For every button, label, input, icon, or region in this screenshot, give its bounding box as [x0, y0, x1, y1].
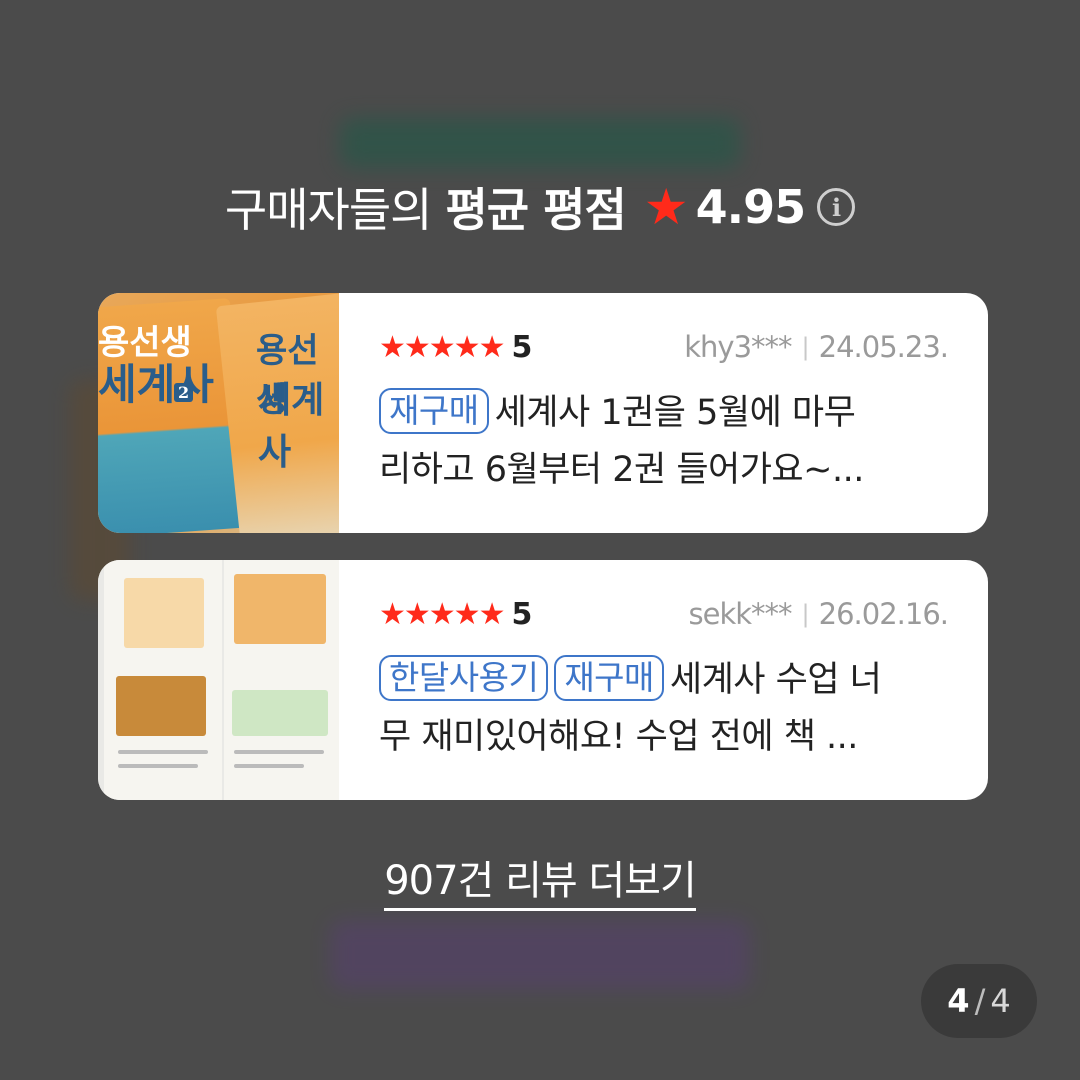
star-icon: ★ [643, 178, 689, 236]
illustration-box [124, 578, 204, 648]
info-icon[interactable]: i [817, 188, 856, 226]
text-line [118, 764, 198, 768]
meta-divider: | [801, 600, 810, 628]
review-text-line: 무 재미있어해요! 수업 전에 책 ... [379, 717, 858, 757]
average-score: 4.95 [695, 180, 806, 234]
meta-divider: | [801, 333, 810, 361]
page-separator: / [974, 982, 986, 1020]
header-prefix: 구매자들의 [224, 183, 433, 237]
review-text: 한달사용기 재구매 세계사 수업 너 무 재미있어해요! 수업 전에 책 ... [379, 652, 948, 766]
page-indicator: 4 / 4 [921, 964, 1037, 1038]
review-text-line: 세계사 1권을 5월에 마무 [494, 393, 856, 433]
review-tag: 재구매 [379, 388, 489, 434]
book-title-text: 세계사 [258, 379, 325, 473]
more-reviews-label[interactable]: 907건 리뷰 더보기 [384, 858, 697, 911]
reviewer-id: sekk*** [688, 597, 793, 631]
text-line [234, 764, 304, 768]
header-emphasis: 평균 평점 [445, 183, 626, 237]
reviewer-id: khy3*** [684, 330, 792, 364]
review-tag: 재구매 [554, 655, 664, 701]
review-rating: 5 [511, 329, 533, 365]
text-line [118, 750, 208, 754]
average-rating-header: 구매자들의 평균 평점 ★ 4.95 i [0, 172, 1080, 242]
text-line [234, 750, 324, 754]
rating-stars-icon: ★★★★★ [379, 329, 505, 365]
review-card[interactable]: 용선생 세계사 용선생 세계사 2 ★★★★★ 5 khy3*** | 24.0… [98, 293, 988, 533]
volume-badge: 2 [174, 383, 194, 402]
review-text-line: 세계사 수업 너 [669, 660, 882, 700]
review-date: 26.02.16. [818, 597, 949, 631]
book-title-text: 세계사 [98, 360, 214, 409]
text-box [232, 690, 328, 736]
review-text: 재구매 세계사 1권을 5월에 마무 리하고 6월부터 2권 들어가요~... [379, 385, 948, 499]
review-text-line: 리하고 6월부터 2권 들어가요~... [379, 450, 864, 490]
more-reviews-link[interactable]: 907건 리뷰 더보기 [0, 848, 1080, 911]
review-date: 24.05.23. [818, 330, 949, 364]
blurred-background-banner [340, 118, 740, 168]
rating-stars-icon: ★★★★★ [379, 596, 505, 632]
blurred-background-caption [330, 920, 750, 990]
review-photo: 용선생 세계사 용선생 세계사 2 [98, 293, 339, 533]
illustration-box [116, 676, 206, 736]
review-tag: 한달사용기 [379, 655, 549, 701]
review-photo [98, 560, 339, 800]
total-pages: 4 [990, 982, 1011, 1020]
current-page: 4 [947, 982, 970, 1020]
review-card[interactable]: ★★★★★ 5 sekk*** | 26.02.16. 한달사용기 재구매 세계사 … [98, 560, 988, 800]
review-rating: 5 [511, 596, 533, 632]
map-illustration [234, 574, 326, 644]
